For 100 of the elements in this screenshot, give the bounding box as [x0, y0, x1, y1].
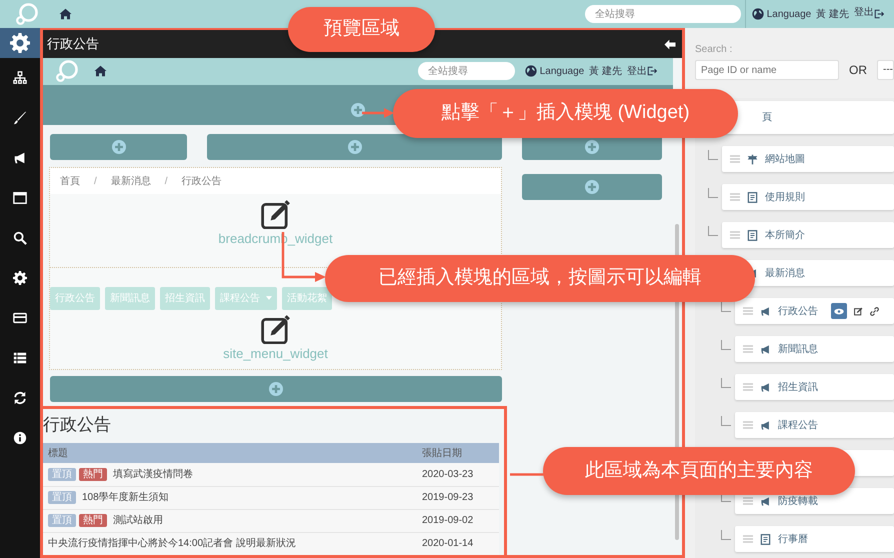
drag-handle-icon[interactable]: [743, 421, 753, 429]
tag: 熱門: [79, 514, 107, 528]
edit-icon[interactable]: [258, 314, 292, 344]
page-name[interactable]: 使用規則: [765, 190, 805, 204]
page-name[interactable]: 防疫轉載: [778, 494, 818, 508]
tag: 置頂: [48, 468, 76, 482]
widget-name: site_menu_widget: [223, 345, 328, 363]
home-icon[interactable]: [94, 65, 107, 78]
search-field[interactable]: 全站搜尋: [418, 62, 516, 80]
preview-title: 行政公告: [47, 35, 99, 54]
announcement-link[interactable]: 108學年度新生須知: [82, 492, 169, 504]
announcement-link[interactable]: 填寫武漢疫情問卷: [113, 469, 193, 480]
settings-icon: [13, 271, 27, 285]
callout-tooltip: 已經插入模塊的區域，按圖示可以編輯: [325, 255, 755, 302]
pointer-arrow: [362, 108, 394, 118]
megaphone-icon: [760, 496, 771, 506]
breadcrumb-link[interactable]: 行政公告: [182, 174, 222, 188]
callout-tooltip: 預覽區域: [288, 7, 435, 52]
tag: 置頂: [48, 514, 76, 528]
page-name[interactable]: 課程公告: [778, 418, 818, 432]
search-icon: [13, 231, 27, 245]
plus-icon: [585, 140, 599, 154]
date-cell: 2019-09-23: [417, 486, 499, 510]
home-icon[interactable]: [59, 8, 72, 20]
tree-connector: [721, 378, 731, 388]
tree-item[interactable]: 行事曆: [735, 526, 894, 552]
tree-connector: [721, 340, 731, 350]
page-name[interactable]: 頁: [762, 110, 772, 125]
eye-icon: [834, 308, 844, 314]
megaphone-icon: [760, 420, 771, 430]
edit-icon[interactable]: [258, 199, 292, 229]
document-icon: [747, 230, 758, 240]
list-icon: [13, 351, 27, 365]
page-name[interactable]: 行政公告: [778, 304, 818, 318]
page-name[interactable]: 網站地圖: [765, 152, 805, 166]
drag-handle-icon[interactable]: [730, 155, 740, 163]
drag-handle-icon[interactable]: [730, 231, 740, 239]
refresh-icon: [13, 391, 27, 405]
search-field[interactable]: Page ID or name: [695, 60, 839, 80]
tree-item[interactable]: 使用規則: [722, 184, 894, 210]
document-icon: [747, 192, 758, 202]
drag-handle-icon[interactable]: [730, 193, 740, 201]
globe-icon[interactable]: [525, 65, 538, 78]
tree-item[interactable]: 本所簡介: [722, 222, 894, 248]
drag-handle-icon[interactable]: [743, 497, 753, 505]
breadcrumb-link[interactable]: 最新消息: [110, 174, 151, 188]
tree-item[interactable]: 新聞訊息: [735, 336, 894, 362]
tree-item[interactable]: 課程公告: [735, 412, 894, 438]
megaphone-icon: [13, 151, 27, 165]
section-title: 行政公告: [43, 415, 112, 436]
sitemap-icon: [13, 71, 27, 85]
window-icon: [13, 191, 27, 205]
globe-icon[interactable]: [752, 8, 764, 20]
announcement-link[interactable]: 測試站啟用: [113, 515, 163, 526]
tree-item[interactable]: 招生資訊: [735, 374, 894, 400]
select-field[interactable]: ---: [877, 60, 894, 80]
brush-icon: [13, 111, 27, 125]
column-header: 張貼日期: [417, 443, 499, 464]
logout-icon[interactable]: [647, 66, 657, 76]
logout-link[interactable]: 登出: [854, 4, 874, 20]
plus-icon: [348, 140, 362, 154]
page-name[interactable]: 新聞訊息: [778, 342, 818, 356]
megaphone-icon: [760, 306, 771, 316]
language-link[interactable]: Language: [766, 6, 812, 22]
sidebar-item[interactable]: [0, 28, 40, 58]
plus-icon: [112, 140, 126, 154]
tree-item[interactable]: 網站地圖: [722, 146, 894, 172]
search-field[interactable]: 全站搜尋: [585, 5, 742, 23]
plus-icon: [585, 180, 599, 194]
date-cell: 2019-09-02: [417, 509, 499, 532]
drag-handle-icon[interactable]: [743, 345, 753, 353]
callout-tooltip: 此區域為本頁面的主要內容: [543, 447, 855, 495]
edit-icon[interactable]: [854, 306, 863, 316]
drag-handle-icon[interactable]: [743, 307, 753, 315]
signpost-icon: [747, 154, 758, 164]
document-icon: [760, 534, 771, 544]
drag-handle-icon[interactable]: [743, 535, 753, 543]
settings-icon: [10, 33, 30, 53]
user-name[interactable]: 黃 建先: [816, 6, 849, 22]
logout-link[interactable]: 登出: [627, 64, 647, 79]
link-icon[interactable]: [870, 306, 879, 316]
preview-button[interactable]: [831, 303, 847, 319]
page-name[interactable]: 行事曆: [778, 532, 808, 546]
page-name[interactable]: 本所簡介: [765, 228, 805, 242]
drag-handle-icon[interactable]: [743, 383, 753, 391]
user-name[interactable]: 黃 建先: [589, 64, 622, 79]
or-label: OR: [849, 62, 867, 79]
breadcrumb-separator: /: [94, 174, 97, 188]
page-name[interactable]: 最新消息: [765, 266, 805, 280]
tree-connector: [721, 530, 731, 540]
tree-connector: [708, 188, 718, 198]
language-link[interactable]: Language: [540, 64, 584, 79]
breadcrumb-link[interactable]: 首頁: [60, 174, 80, 188]
logout-icon[interactable]: [874, 9, 884, 19]
announcement-link[interactable]: 中央流行疫情指揮中心將於今14:00記者會 說明最新狀況: [48, 538, 296, 550]
page-name[interactable]: 招生資訊: [778, 380, 818, 394]
tree-item[interactable]: 行政公告: [735, 298, 894, 324]
callout-tooltip: 點擊「＋」插入模塊 (Widget): [393, 89, 738, 138]
date-cell: 2020-03-23: [417, 463, 499, 486]
back-arrow-icon[interactable]: [664, 38, 676, 50]
